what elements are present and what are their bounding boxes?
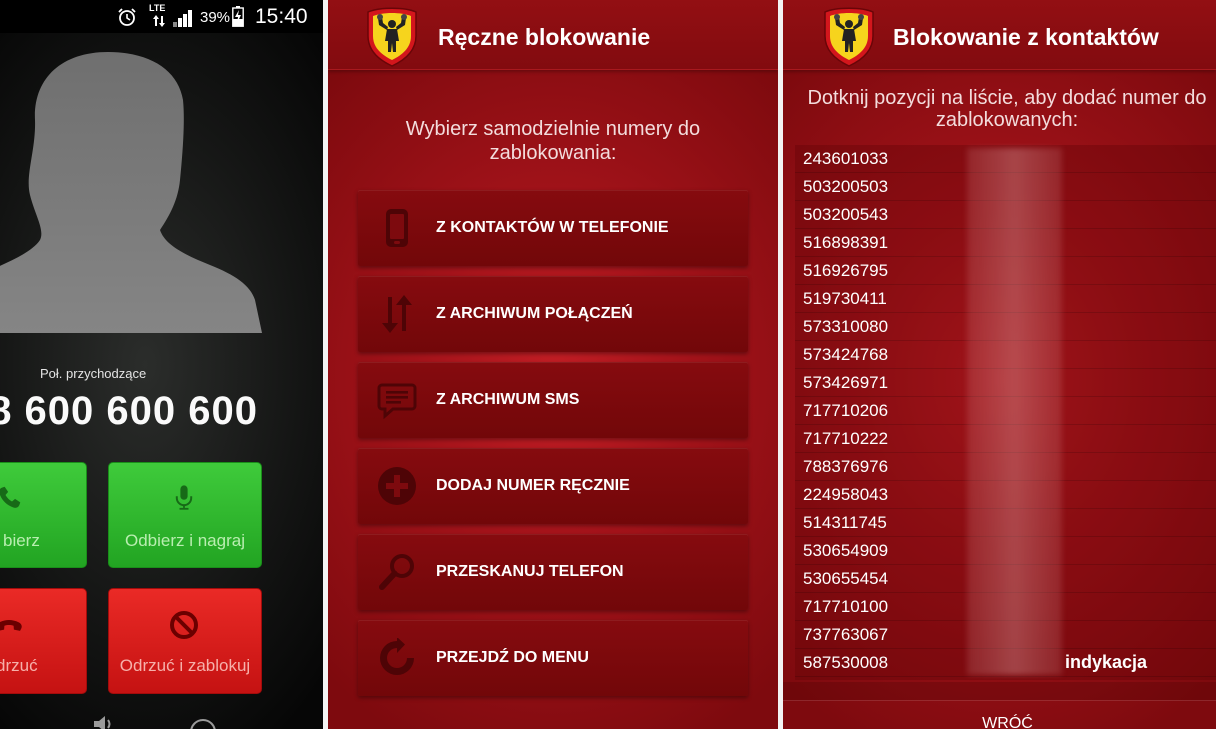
page-title: Blokowanie z kontaktów [893, 24, 1159, 50]
contact-number: 516898391 [803, 233, 889, 252]
caller-number: 8 600 600 600 [0, 389, 258, 433]
contact-number: 737763067 [803, 625, 889, 644]
list-footer-band [783, 682, 1216, 700]
incoming-call-label: Poł. przychodzące [40, 366, 147, 381]
footer-divider [783, 700, 1216, 701]
caller-avatar-silhouette [0, 52, 262, 333]
menu-item-label: Z ARCHIWUM SMS [436, 391, 580, 408]
add-circle-icon [378, 467, 416, 505]
back-button[interactable]: WRÓĆ [799, 714, 1216, 729]
instructions-text: Wybierz samodzielnie numery do zablokowa… [405, 118, 701, 164]
contact-number: 530655454 [803, 569, 889, 588]
contact-number: 587530008 [803, 653, 889, 672]
phone-answer-icon [0, 486, 21, 508]
contact-name: indykacja [1065, 652, 1148, 672]
menu-item-label: PRZESKANUJ TELEFON [436, 563, 624, 580]
phone-icon [386, 209, 408, 247]
answer-and-record-label: Odbierz i nagraj [124, 531, 245, 550]
contact-number: 788376976 [803, 457, 889, 476]
contact-number: 503200503 [803, 177, 889, 196]
contact-number: 717710206 [803, 401, 889, 420]
reject-label: drzuć [0, 656, 38, 675]
from-call-log-button[interactable]: Z ARCHIWUM POŁĄCZEŃ [358, 276, 748, 352]
contact-number: 573426971 [803, 373, 889, 392]
contact-number: 514311745 [803, 513, 887, 532]
manual-blocking-screen: Ręczne blokowanie Wybierz samodzielnie n… [328, 0, 778, 729]
answer-button[interactable]: bierz [0, 462, 87, 568]
answer-and-record-button[interactable]: Odbierz i nagraj [108, 462, 262, 568]
page-title: Ręczne blokowanie [438, 24, 651, 50]
contact-number: 530654909 [803, 541, 889, 560]
reject-and-block-button[interactable]: Odrzuć i zablokuj [108, 588, 262, 694]
phone-hangup-icon [0, 620, 22, 631]
contact-number: 519730411 [803, 289, 887, 308]
contact-number: 224958043 [803, 485, 889, 504]
contact-number: 573424768 [803, 345, 889, 364]
circular-arrow-icon [380, 638, 414, 675]
menu-item-label: Z ARCHIWUM POŁĄCZEŃ [436, 305, 633, 322]
blurred-contact-names [967, 148, 1062, 675]
menu-item-label: Z KONTAKTÓW W TELEFONIE [436, 219, 669, 236]
contact-number: 717710100 [803, 597, 889, 616]
from-phone-contacts-button[interactable]: Z KONTAKTÓW W TELEFONIE [358, 190, 748, 266]
circle-icon [190, 719, 216, 729]
contact-list: 243601033 503200503 503200543 516898391 … [795, 145, 1216, 680]
go-to-menu-button[interactable]: PRZEJDŹ DO MENU [358, 620, 748, 696]
app-header: Blokowanie z kontaktów [783, 0, 1216, 70]
magnifier-icon [379, 554, 414, 590]
reject-button[interactable]: drzuć [0, 588, 87, 694]
incoming-call-screen: LTE 39% 15:40 Poł. przychodzące 8 600 60… [0, 0, 323, 729]
contact-number: 243601033 [803, 149, 889, 168]
app-logo [824, 7, 874, 67]
microphone-icon [175, 485, 193, 510]
block-from-contacts-screen: Blokowanie z kontaktów Dotknij pozycji n… [783, 0, 1216, 729]
app-logo [367, 7, 417, 67]
scan-phone-button[interactable]: PRZESKANUJ TELEFON [358, 534, 748, 610]
answer-label: bierz [3, 531, 40, 550]
reject-and-block-label: Odrzuć i zablokuj [119, 656, 251, 675]
sms-bubble-icon [377, 383, 417, 420]
add-number-manually-button[interactable]: DODAJ NUMER RĘCZNIE [358, 448, 748, 524]
contact-number: 573310080 [803, 317, 889, 336]
call-log-arrows-icon [382, 295, 412, 333]
from-sms-archive-button[interactable]: Z ARCHIWUM SMS [358, 362, 748, 438]
app-header: Ręczne blokowanie [328, 0, 778, 70]
menu-item-label: DODAJ NUMER RĘCZNIE [436, 477, 630, 494]
speaker-icon [94, 716, 111, 729]
block-icon [170, 611, 198, 639]
contact-number: 503200543 [803, 205, 889, 224]
contact-number: 717710222 [803, 429, 889, 448]
contact-number: 516926795 [803, 261, 889, 280]
instructions-text: Dotknij pozycji na liście, aby dodać num… [807, 87, 1207, 131]
menu-item-label: PRZEJDŹ DO MENU [436, 649, 589, 666]
